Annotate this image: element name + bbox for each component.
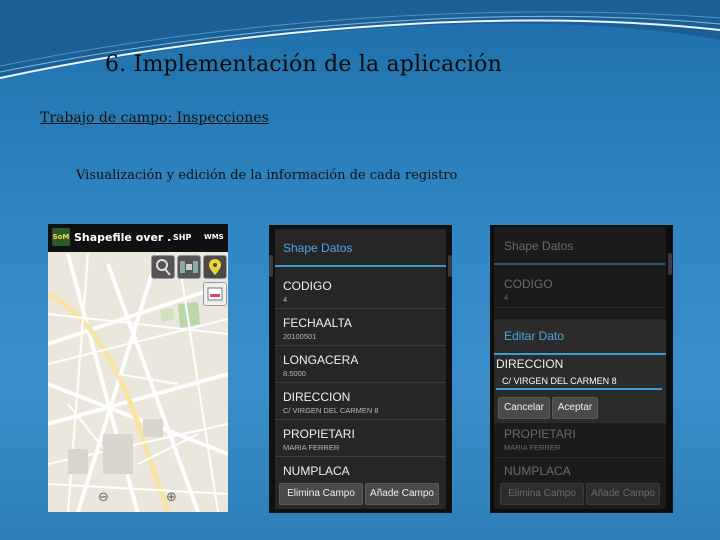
divider	[494, 457, 665, 458]
field-value: 20100501	[283, 332, 317, 341]
divider	[275, 345, 446, 346]
wms-menu-button[interactable]: WMS	[204, 233, 224, 241]
title-divider	[494, 263, 665, 265]
edit-data-dialog: Editar Dato DIRECCION C/ VIRGEN DEL CARM…	[494, 319, 666, 423]
edit-value-input[interactable]: C/ VIRGEN DEL CARMEN 8	[496, 373, 662, 390]
edit-dialog-title: Editar Dato	[504, 329, 565, 343]
zoom-controls: ⊖ ⊕	[88, 490, 192, 508]
search-icon[interactable]	[151, 255, 175, 279]
field-name: CODIGO	[504, 277, 553, 291]
field-value: 4	[283, 295, 288, 304]
slide-title: 6. Implementación de la aplicación	[105, 52, 502, 77]
field-name[interactable]: NUMPLACA	[283, 464, 350, 478]
field-value: MARIA FERRER	[283, 443, 340, 452]
edit-title-divider	[494, 353, 666, 355]
field-name[interactable]: PROPIETARI	[283, 427, 355, 441]
field-name[interactable]: DIRECCION	[283, 390, 350, 404]
map-app-bar: SoM Shapefile over . SHP WMS	[48, 224, 228, 252]
cancel-button[interactable]: Cancelar	[498, 397, 550, 419]
add-field-button[interactable]: Añade Campo	[365, 483, 439, 505]
field-name[interactable]: FECHAALTA	[283, 316, 352, 330]
screen-edge	[448, 255, 452, 277]
field-name[interactable]: CODIGO	[283, 279, 332, 293]
title-divider	[275, 265, 446, 267]
screen-edge	[269, 255, 273, 277]
delete-field-button: Elimina Campo	[500, 483, 584, 505]
divider	[275, 456, 446, 457]
divider	[494, 307, 665, 308]
zoom-out-button[interactable]: ⊖	[98, 490, 109, 505]
field-name: NUMPLACA	[504, 464, 571, 478]
satellite-icon[interactable]	[177, 255, 201, 279]
divider	[275, 308, 446, 309]
gps-location-icon[interactable]	[203, 255, 227, 279]
dialog-title: Shape Datos	[283, 241, 353, 255]
field-name[interactable]: LONGACERA	[283, 353, 358, 367]
dialog-title: Shape Datos	[504, 239, 574, 253]
shape-data-dialog-dimmed: Shape Datos CODIGO 4 Editar Dato DIRECCI…	[494, 227, 666, 509]
divider	[275, 419, 446, 420]
slide-subtitle: Trabajo de campo: Inspecciones	[40, 110, 269, 126]
field-value: 8.5000	[283, 369, 306, 378]
edit-data-screenshot: Shape Datos CODIGO 4 Editar Dato DIRECCI…	[490, 225, 673, 513]
shape-data-screenshot: Shape Datos CODIGO 4 FECHAALTA 20100501 …	[269, 225, 452, 513]
map-app-title: Shapefile over .	[74, 231, 172, 244]
map-screenshot: SoM Shapefile over . SHP WMS ⊖ ⊕	[48, 224, 228, 512]
field-value: 4	[504, 293, 509, 302]
field-value: MARIA FERRER	[504, 443, 561, 452]
layer-data-icon[interactable]	[203, 282, 227, 306]
street-map	[48, 224, 228, 512]
field-name: PROPIETARI	[504, 427, 576, 441]
edit-field-label: DIRECCION	[496, 357, 564, 371]
delete-field-button[interactable]: Elimina Campo	[279, 483, 363, 505]
zoom-in-button[interactable]: ⊕	[166, 490, 177, 505]
accept-button[interactable]: Aceptar	[552, 397, 598, 419]
shp-menu-button[interactable]: SHP	[173, 233, 191, 242]
slide-caption: Visualización y edición de la informació…	[76, 168, 458, 183]
field-value: C/ VIRGEN DEL CARMEN 8	[283, 406, 379, 415]
divider	[275, 382, 446, 383]
screen-edge	[668, 253, 672, 275]
add-field-button: Añade Campo	[586, 483, 660, 505]
shape-data-dialog: Shape Datos CODIGO 4 FECHAALTA 20100501 …	[275, 229, 446, 509]
app-logo-icon: SoM	[52, 228, 70, 246]
